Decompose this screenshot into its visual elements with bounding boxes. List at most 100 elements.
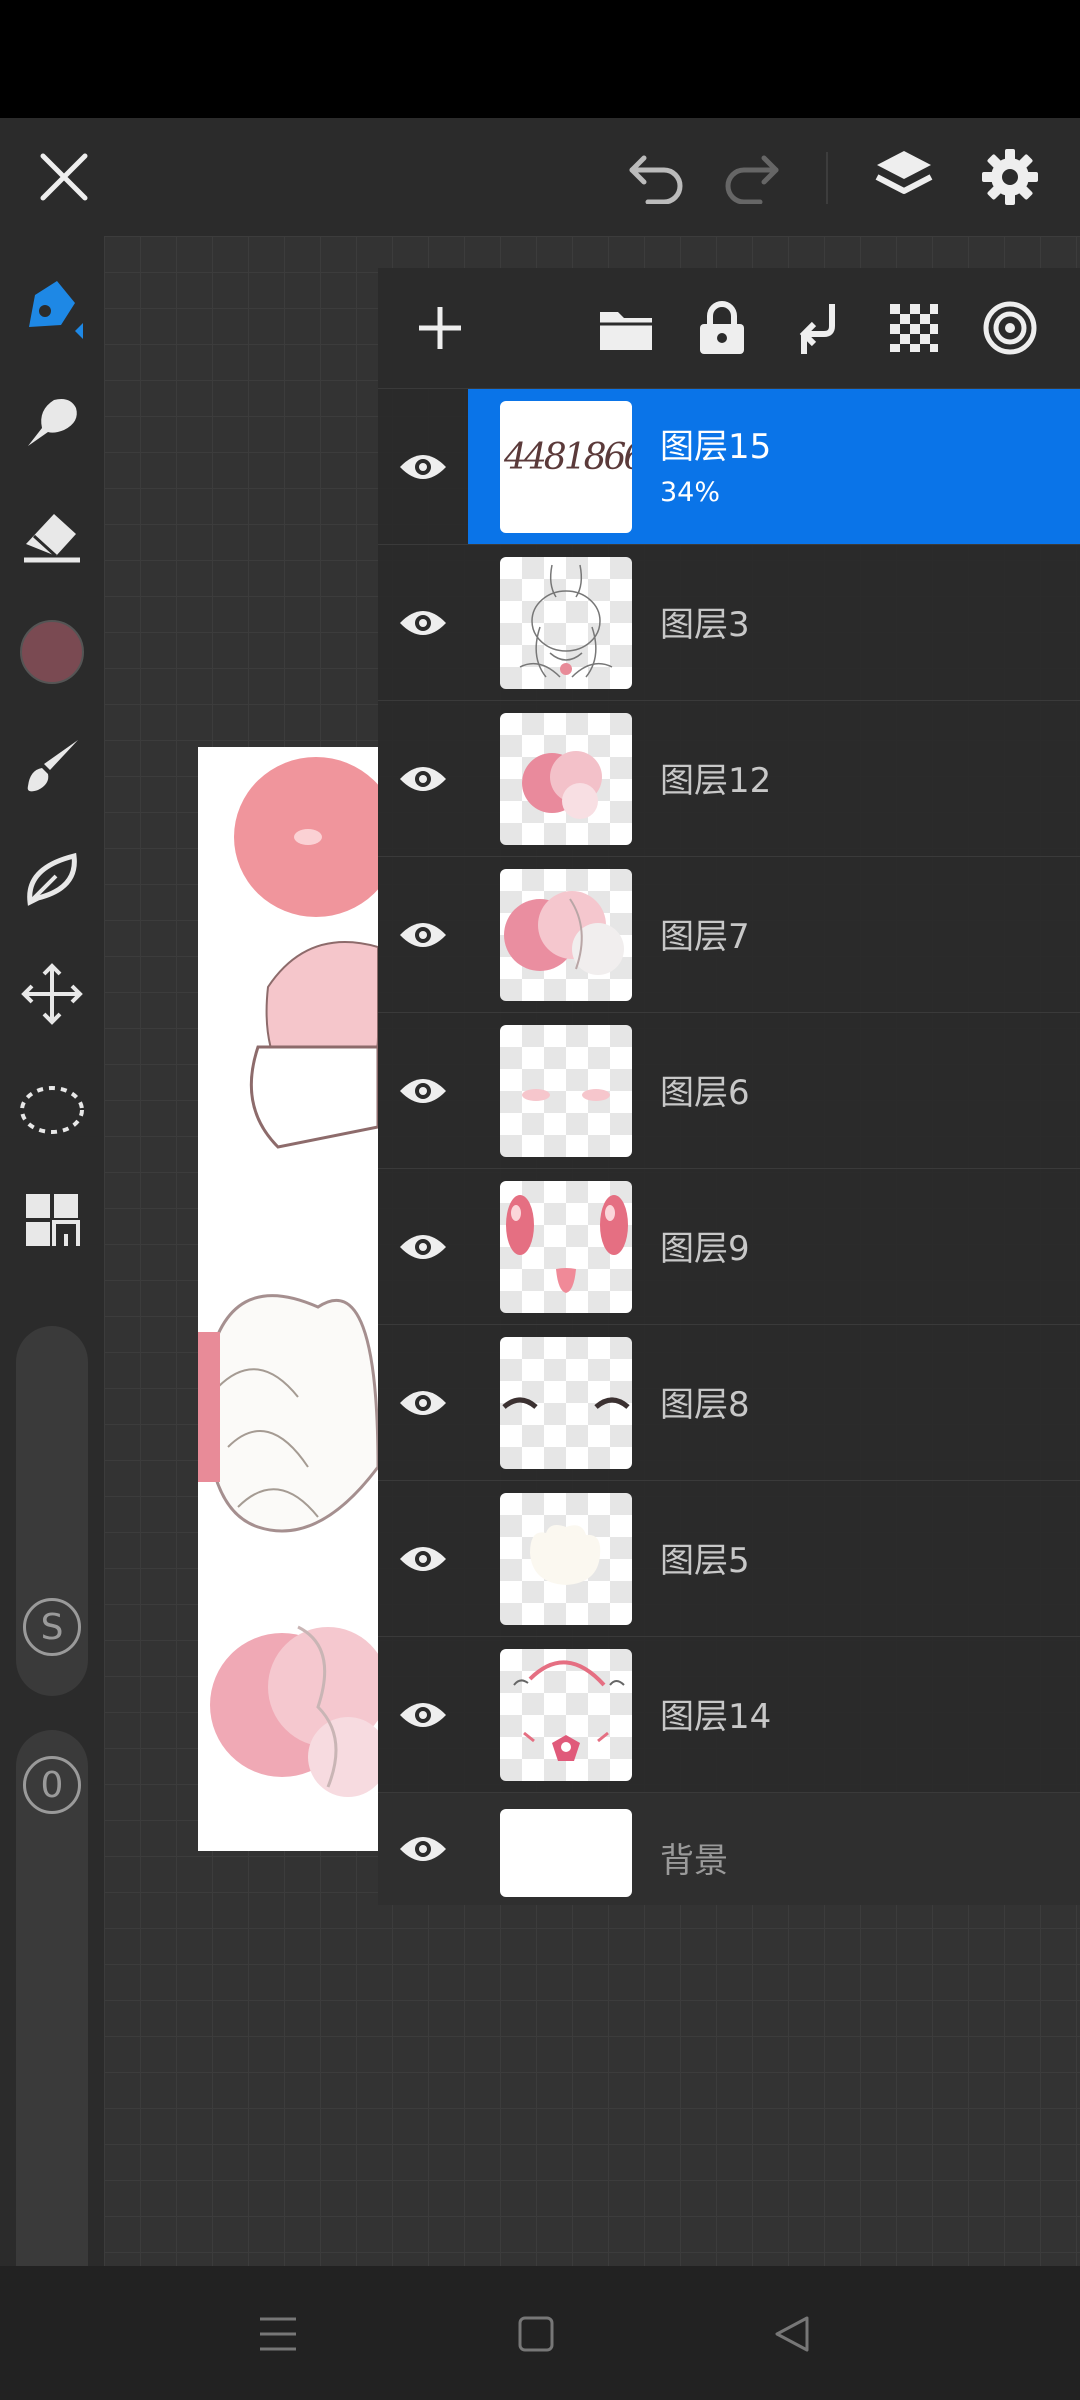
transparency-lock-button[interactable]: [874, 292, 954, 364]
eye-icon: [400, 611, 446, 635]
eye-icon: [400, 1837, 446, 1861]
visibility-toggle[interactable]: [378, 1013, 468, 1169]
lock-layer-button[interactable]: [682, 292, 762, 364]
merge-down-button[interactable]: [778, 292, 858, 364]
artwork-canvas[interactable]: [198, 747, 378, 1851]
layer-thumbnail: [500, 1649, 632, 1781]
recent-apps-button[interactable]: [238, 2294, 318, 2374]
color-swatch: [20, 620, 84, 684]
grid-icon: [26, 1194, 80, 1246]
pen-tool[interactable]: [0, 258, 104, 358]
brush-icon: [27, 740, 78, 792]
layer-thumbnail: [500, 1025, 632, 1157]
visibility-toggle[interactable]: [378, 1325, 468, 1481]
system-nav-bar: [0, 2266, 1080, 2400]
layer-thumbnail: [500, 1181, 632, 1313]
brush-tool[interactable]: [0, 716, 104, 816]
layer-row[interactable]: 图层14: [378, 1636, 1080, 1793]
eye-icon: [400, 1547, 446, 1571]
visibility-toggle[interactable]: [378, 1169, 468, 1325]
layer-name: 图层14: [660, 1697, 772, 1737]
eye-icon: [400, 767, 446, 791]
visibility-toggle[interactable]: [378, 1793, 468, 1905]
back-button[interactable]: [752, 2294, 832, 2374]
artwork-image: [198, 757, 378, 1797]
layer-name: 图层5: [660, 1541, 750, 1581]
transparency-icon: [890, 304, 938, 352]
size-slider-label: S: [23, 1598, 81, 1656]
folder-icon: [600, 312, 652, 350]
layer-thumbnail: [500, 713, 632, 845]
move-icon: [21, 963, 83, 1025]
layers-button[interactable]: [866, 144, 942, 210]
back-icon: [775, 2316, 809, 2352]
transform-tool[interactable]: [0, 944, 104, 1044]
pen-icon: [29, 281, 83, 339]
visibility-toggle[interactable]: [378, 1481, 468, 1637]
settings-button[interactable]: [974, 144, 1046, 210]
layer-name: 图层9: [660, 1229, 750, 1269]
layer-row[interactable]: 图层8: [378, 1324, 1080, 1481]
close-button[interactable]: [28, 146, 100, 208]
layer-thumbnail: [500, 1493, 632, 1625]
blend-icon: [983, 301, 1037, 355]
eye-icon: [400, 1235, 446, 1259]
layer-thumbnail: [500, 1337, 632, 1469]
gear-icon: [982, 149, 1038, 205]
blend-mode-button[interactable]: [970, 292, 1050, 364]
lasso-icon: [20, 1086, 84, 1134]
layer-thumbnail: 4481866: [500, 401, 632, 533]
left-toolbar: S 0: [0, 236, 104, 2362]
eye-icon: [400, 1703, 446, 1727]
visibility-toggle[interactable]: [378, 857, 468, 1013]
top-toolbar: [0, 118, 1080, 236]
eraser-icon: [24, 514, 80, 563]
undo-icon: [629, 155, 683, 204]
gallery-tool[interactable]: [0, 1170, 104, 1270]
layer-row[interactable]: 图层3: [378, 544, 1080, 701]
layer-row[interactable]: 图层7: [378, 856, 1080, 1013]
layer-name: 图层15: [660, 427, 772, 467]
layer-name: 图层3: [660, 605, 750, 645]
layer-name: 图层7: [660, 917, 750, 957]
menu-icon: [260, 2317, 296, 2351]
undo-button[interactable]: [620, 146, 692, 208]
merge-down-icon: [799, 304, 835, 354]
eye-icon: [400, 1391, 446, 1415]
home-button[interactable]: [496, 2294, 576, 2374]
toolbar-divider: [826, 152, 828, 204]
layers-panel-toolbar: [378, 268, 1080, 388]
add-folder-button[interactable]: [586, 292, 666, 364]
layer-row[interactable]: 图层5: [378, 1480, 1080, 1637]
selection-tool[interactable]: [0, 1058, 104, 1158]
add-icon: [419, 307, 461, 349]
leaf-icon: [27, 852, 77, 906]
color-picker[interactable]: [0, 602, 104, 702]
visibility-toggle[interactable]: [378, 1637, 468, 1793]
visibility-toggle[interactable]: [378, 389, 468, 545]
eraser-tool[interactable]: [0, 486, 104, 586]
home-icon: [518, 2316, 554, 2352]
shape-tool[interactable]: [0, 830, 104, 930]
layers-panel: 4481866 图层15 34% 图层3 图层12 图层7 图层6 图层9 图层…: [378, 268, 1080, 1905]
smudge-tool[interactable]: [0, 372, 104, 472]
layer-thumbnail: [500, 557, 632, 689]
layer-name: 图层6: [660, 1073, 750, 1113]
layer-row[interactable]: 图层6: [378, 1012, 1080, 1169]
layer-thumbnail-text: 4481866: [504, 437, 632, 478]
layer-row-background[interactable]: 背景: [378, 1792, 1080, 1905]
layer-row[interactable]: 图层12: [378, 700, 1080, 857]
layer-thumbnail: [500, 869, 632, 1001]
visibility-toggle[interactable]: [378, 545, 468, 701]
smudge-icon: [28, 399, 77, 446]
size-slider[interactable]: S: [16, 1326, 88, 1696]
layer-name: 图层12: [660, 761, 772, 801]
redo-button[interactable]: [716, 146, 788, 208]
opacity-slider-label: 0: [23, 1756, 81, 1814]
layer-row[interactable]: 图层9: [378, 1168, 1080, 1325]
visibility-toggle[interactable]: [378, 701, 468, 857]
add-layer-button[interactable]: [404, 292, 476, 364]
eye-icon: [400, 455, 446, 479]
layer-row[interactable]: 4481866 图层15 34%: [378, 388, 1080, 545]
lock-icon: [700, 301, 744, 354]
